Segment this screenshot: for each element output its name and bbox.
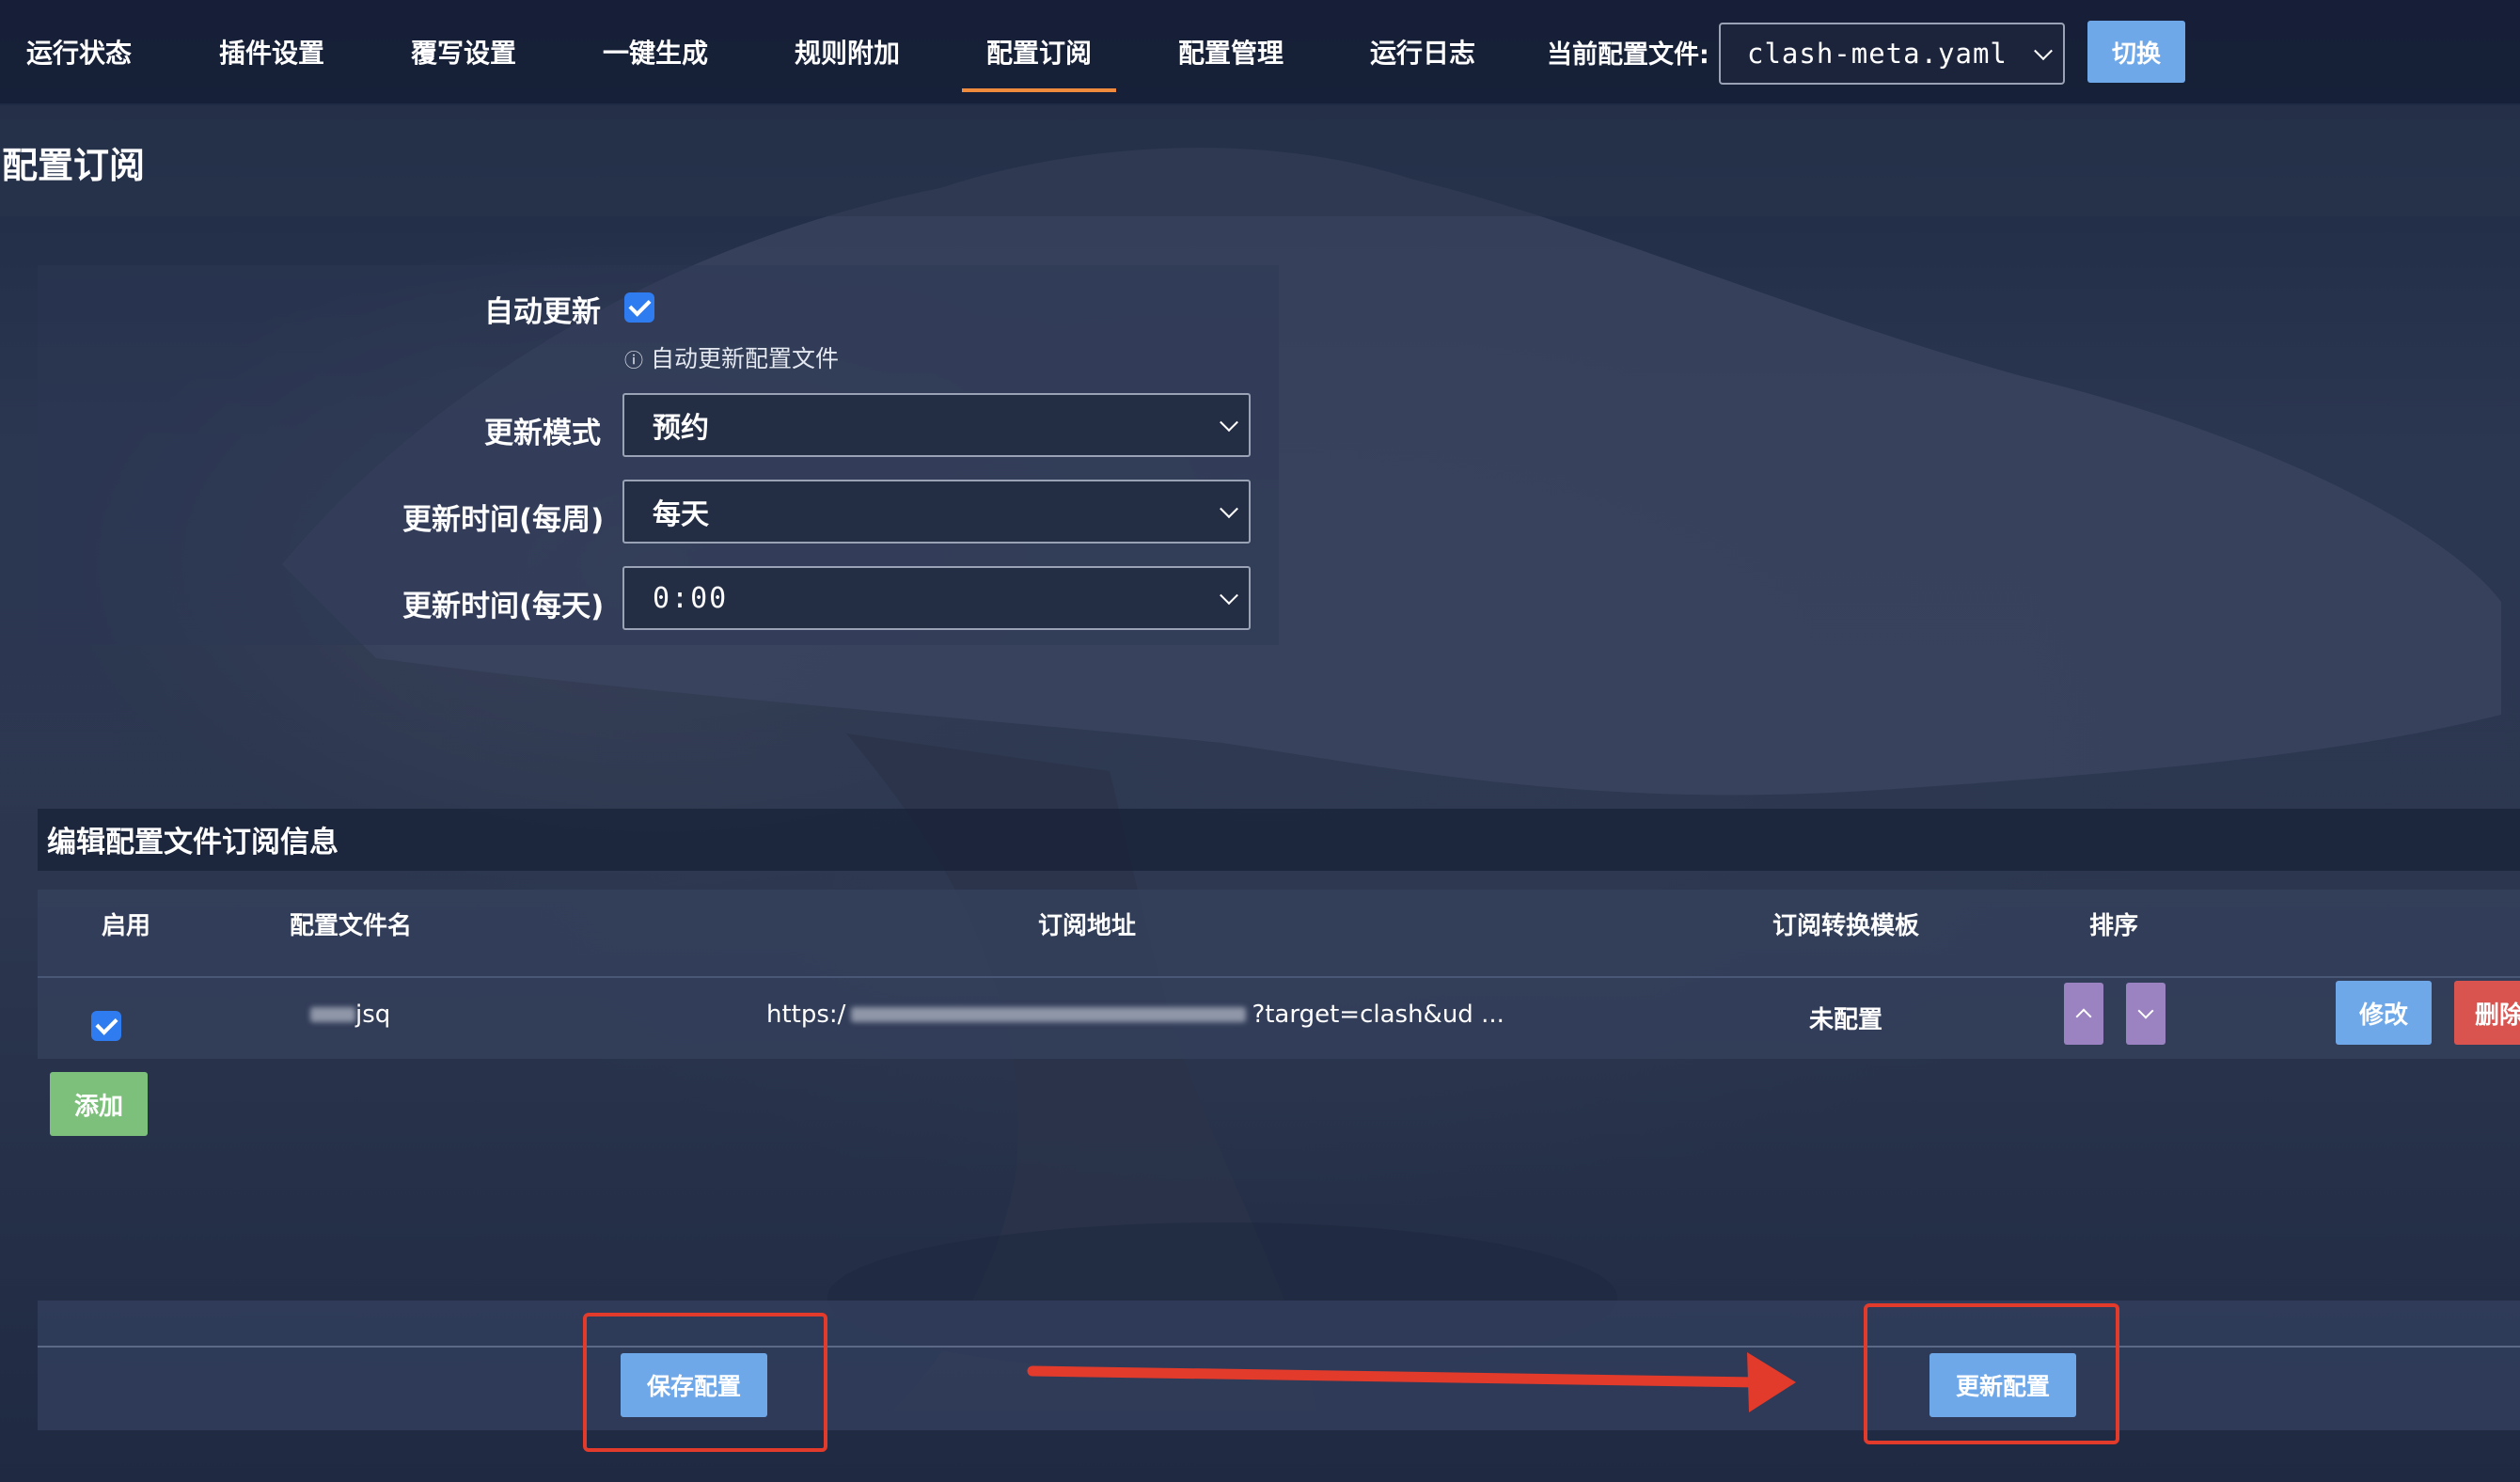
daily-time-select[interactable]: 0:00 [622, 566, 1251, 630]
chevron-up-icon [2075, 1008, 2092, 1025]
help-circle-icon: ⓘ [624, 349, 643, 371]
daily-time-value: 0:00 [653, 581, 729, 615]
tab-run-log[interactable]: 运行日志 [1370, 0, 1475, 103]
column-header-url: 订阅地址 [1038, 912, 1137, 940]
chevron-down-icon [1220, 499, 1238, 519]
tab-one-click-generate[interactable]: 一键生成 [603, 0, 708, 103]
top-navigation: 运行状态 插件设置 覆写设置 一键生成 规则附加 配置订阅 配置管理 运行日志 … [0, 0, 2520, 103]
tab-config-subscription[interactable]: 配置订阅 [961, 0, 1117, 103]
page-title: 配置订阅 [2, 145, 146, 186]
weekly-time-value: 每天 [653, 498, 709, 531]
title-band [0, 105, 2520, 216]
column-header-enabled: 启用 [102, 912, 151, 940]
move-down-button[interactable] [2126, 983, 2166, 1045]
switch-button[interactable]: 切换 [2087, 21, 2185, 83]
arrow-annotation-icon [1027, 1352, 1796, 1412]
current-file-label: 当前配置文件: [1547, 39, 1709, 70]
row-template: 未配置 [1809, 1006, 1883, 1034]
daily-time-label: 更新时间(每天) [402, 590, 605, 623]
highlight-box-update [1864, 1303, 2119, 1444]
weekly-time-select[interactable]: 每天 [622, 480, 1251, 544]
column-header-order: 排序 [2089, 912, 2139, 940]
bottom-action-bar [38, 1301, 2520, 1430]
row-filename: jsq [310, 1001, 390, 1029]
update-mode-label: 更新模式 [484, 417, 601, 450]
tab-override-settings[interactable]: 覆写设置 [411, 0, 516, 103]
row-enabled-checkbox[interactable] [91, 1011, 121, 1041]
subscription-section-title: 编辑配置文件订阅信息 [47, 826, 339, 859]
update-mode-select[interactable]: 预约 [622, 393, 1251, 457]
add-subscription-button[interactable]: 添加 [50, 1072, 148, 1136]
chevron-down-icon [2034, 41, 2053, 61]
edit-button[interactable]: 修改 [2336, 981, 2432, 1045]
highlight-box-save [583, 1313, 827, 1452]
delete-button[interactable]: 删除 [2454, 981, 2520, 1045]
tab-rule-append[interactable]: 规则附加 [795, 0, 900, 103]
redacted-mark [310, 1007, 355, 1022]
auto-update-hint: ⓘ 自动更新配置文件 [624, 340, 839, 374]
row-url[interactable]: https:/?target=clash&ud ... [766, 1001, 1504, 1029]
chevron-down-icon [1220, 413, 1238, 433]
current-file-select[interactable]: clash-meta.yaml [1719, 23, 2065, 85]
subscription-section-header [38, 809, 2520, 871]
chevron-down-icon [2137, 1002, 2154, 1019]
tab-plugin-settings[interactable]: 插件设置 [219, 0, 324, 103]
update-mode-value: 预约 [653, 412, 709, 445]
current-file-value: clash-meta.yaml [1747, 38, 2008, 70]
auto-update-label: 自动更新 [484, 295, 601, 329]
redacted-mark [851, 1007, 1247, 1022]
chevron-down-icon [1220, 586, 1238, 606]
weekly-time-label: 更新时间(每周) [402, 503, 605, 537]
tab-status[interactable]: 运行状态 [26, 0, 132, 103]
tab-config-management[interactable]: 配置管理 [1178, 0, 1284, 103]
auto-update-checkbox[interactable] [624, 292, 654, 323]
background-landscape [282, 148, 2501, 1411]
auto-update-hint-text: 自动更新配置文件 [650, 345, 839, 372]
column-header-filename: 配置文件名 [290, 912, 413, 940]
column-header-template: 订阅转换模板 [1772, 912, 1920, 940]
move-up-button[interactable] [2064, 983, 2103, 1045]
